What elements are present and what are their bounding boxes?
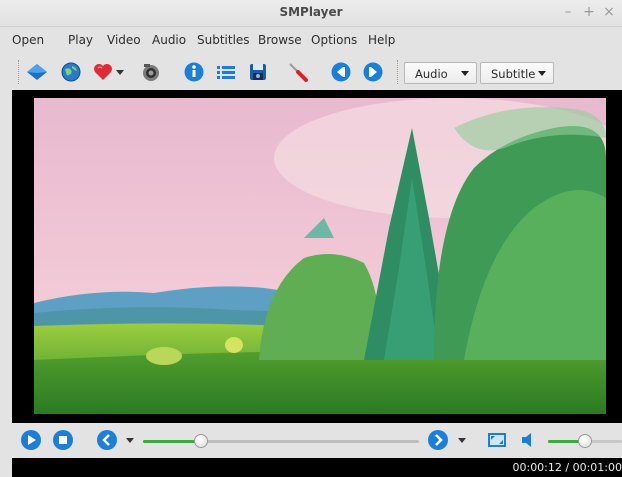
previous-icon[interactable] bbox=[330, 61, 352, 83]
audio-track-combo-label: Audio bbox=[415, 67, 448, 81]
minimize-button[interactable]: – bbox=[560, 3, 576, 21]
forward-dropdown-arrow[interactable] bbox=[458, 438, 466, 443]
open-file-icon[interactable] bbox=[26, 61, 48, 83]
toolbar-grip[interactable] bbox=[18, 60, 22, 84]
menu-play[interactable]: Play bbox=[68, 33, 93, 47]
favorites-heart-icon[interactable] bbox=[92, 61, 114, 83]
seek-slider-handle[interactable] bbox=[193, 434, 208, 448]
play-icon[interactable] bbox=[20, 429, 42, 451]
menu-bar: Open Play Video Audio Subtitles Browse O… bbox=[0, 27, 622, 53]
subtitle-combo-arrow bbox=[538, 71, 546, 76]
menu-audio[interactable]: Audio bbox=[152, 33, 186, 47]
menu-options[interactable]: Options bbox=[311, 33, 357, 47]
volume-speaker-icon[interactable] bbox=[518, 429, 540, 451]
subtitle-track-combo[interactable]: Subtitle bbox=[480, 62, 554, 84]
rewind-dropdown-arrow[interactable] bbox=[126, 438, 134, 443]
maximize-button[interactable]: + bbox=[581, 3, 597, 21]
main-toolbar: Audio Subtitle bbox=[0, 54, 622, 88]
menu-subtitles[interactable]: Subtitles bbox=[197, 33, 250, 47]
preferences-screwdriver-icon[interactable] bbox=[287, 61, 309, 83]
audio-track-combo[interactable]: Audio bbox=[404, 62, 477, 84]
smplayer-window: SMPlayer – + × Open Play Video Audio Sub… bbox=[0, 0, 622, 477]
menu-browse[interactable]: Browse bbox=[258, 33, 302, 47]
open-url-globe-icon[interactable] bbox=[60, 61, 82, 83]
menu-open[interactable]: Open bbox=[12, 33, 44, 47]
menu-video[interactable]: Video bbox=[107, 33, 141, 47]
screenshot-camera-icon[interactable] bbox=[140, 61, 162, 83]
toolbar-separator-grip bbox=[397, 60, 401, 84]
save-disk-icon[interactable] bbox=[247, 61, 269, 83]
video-display-area[interactable] bbox=[12, 90, 622, 423]
favorites-dropdown-arrow[interactable] bbox=[116, 70, 124, 75]
menu-help[interactable]: Help bbox=[368, 33, 395, 47]
stop-icon[interactable] bbox=[52, 429, 74, 451]
seek-slider-progress bbox=[143, 440, 201, 443]
title-bar: SMPlayer – + × bbox=[0, 0, 622, 27]
info-icon[interactable] bbox=[183, 61, 205, 83]
playlist-icon[interactable] bbox=[215, 61, 237, 83]
volume-slider-handle[interactable] bbox=[578, 434, 592, 448]
window-title: SMPlayer bbox=[279, 5, 343, 19]
forward-icon[interactable] bbox=[427, 429, 449, 451]
time-display: 00:00:12 / 00:01:00 bbox=[512, 461, 622, 474]
close-button[interactable]: × bbox=[601, 3, 617, 21]
audio-combo-arrow bbox=[461, 71, 469, 76]
video-frame bbox=[34, 98, 606, 414]
rewind-icon[interactable] bbox=[96, 429, 118, 451]
status-bar: 00:00:12 / 00:01:00 bbox=[12, 458, 622, 477]
subtitle-track-combo-label: Subtitle bbox=[491, 67, 536, 81]
playback-control-bar bbox=[0, 424, 622, 458]
fullscreen-icon[interactable] bbox=[486, 429, 508, 451]
next-icon[interactable] bbox=[362, 61, 384, 83]
